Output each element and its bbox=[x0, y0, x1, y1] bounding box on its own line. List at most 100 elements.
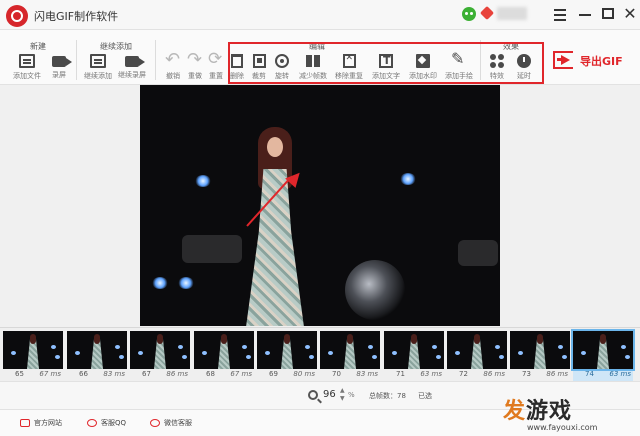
watermark-logo: 发游戏 bbox=[503, 393, 597, 425]
add-text-label: 添加文字 bbox=[372, 72, 400, 80]
frame-duration: 67 ms bbox=[39, 370, 61, 378]
frame-number: 73 bbox=[522, 370, 531, 378]
effects-button[interactable]: 特效 bbox=[482, 54, 512, 81]
add-handwriting-label: 添加手绘 bbox=[445, 72, 473, 80]
frame-duration: 86 ms bbox=[546, 370, 568, 378]
add-handwriting-button[interactable]: 添加手绘 bbox=[444, 49, 474, 81]
stage-lamp bbox=[182, 235, 242, 263]
zoom-stepper[interactable]: ▲ ▼ bbox=[340, 387, 345, 403]
wechat-support-label: 微信客服 bbox=[164, 419, 192, 427]
watermark-icon bbox=[416, 54, 430, 68]
frame-duration: 80 ms bbox=[293, 370, 315, 378]
close-button[interactable]: ✕ bbox=[620, 4, 640, 24]
selected-frames-label: 已选 bbox=[418, 392, 432, 400]
pen-icon bbox=[451, 49, 467, 68]
watermark-logo-youxi: 游戏 bbox=[526, 399, 573, 424]
frame-duration: 86 ms bbox=[166, 370, 188, 378]
add-watermark-button[interactable]: 添加水印 bbox=[408, 54, 438, 81]
delay-button[interactable]: 延时 bbox=[509, 54, 539, 81]
monitor-icon bbox=[20, 419, 30, 427]
add-watermark-label: 添加水印 bbox=[409, 72, 437, 80]
frame-number: 70 bbox=[332, 370, 341, 378]
official-website-label: 官方网站 bbox=[34, 419, 62, 427]
wechat-support-icon bbox=[150, 419, 160, 427]
group-label-new: 新建 bbox=[30, 42, 46, 51]
frame-thumbnail[interactable]: 68 67 ms bbox=[194, 331, 254, 381]
reduce-frames-button[interactable]: 减少帧数 bbox=[298, 54, 328, 81]
frame-duration: 83 ms bbox=[103, 370, 125, 378]
frame-number: 67 bbox=[142, 370, 151, 378]
camera-icon bbox=[125, 56, 145, 67]
continue-add-button[interactable]: 继续添加 bbox=[83, 54, 113, 81]
user-name[interactable] bbox=[497, 7, 527, 20]
frame-duration: 63 ms bbox=[609, 370, 631, 378]
add-text-button[interactable]: 添加文字 bbox=[371, 54, 401, 81]
rotate-icon bbox=[275, 54, 289, 68]
frame-thumbnail-selected[interactable]: 74 63 ms bbox=[571, 329, 635, 381]
stage-spotlight bbox=[152, 277, 168, 289]
frame-number: 66 bbox=[79, 370, 88, 378]
wechat-support-link[interactable]: 微信客服 bbox=[150, 418, 192, 428]
zoom-icon bbox=[308, 390, 318, 400]
qq-support-link[interactable]: 客服QQ bbox=[87, 418, 126, 428]
frames-icon bbox=[305, 54, 321, 68]
group-label-continue: 继续添加 bbox=[100, 42, 132, 51]
vip-icon[interactable] bbox=[479, 5, 495, 21]
export-icon bbox=[553, 51, 573, 69]
maximize-button[interactable] bbox=[598, 4, 618, 24]
continue-record-label: 继续录屏 bbox=[118, 71, 146, 79]
official-website-link[interactable]: 官方网站 bbox=[20, 418, 62, 428]
total-frames-count: 总帧数：78 bbox=[369, 392, 406, 400]
export-gif-button[interactable]: 导出GIF bbox=[553, 49, 635, 73]
add-file-button[interactable]: 添加文件 bbox=[12, 54, 42, 81]
frame-number: 65 bbox=[15, 370, 24, 378]
zoom-input[interactable]: 96 bbox=[323, 389, 336, 400]
frame-duration: 63 ms bbox=[420, 370, 442, 378]
frame-number: 72 bbox=[459, 370, 468, 378]
wechat-icon[interactable] bbox=[462, 7, 476, 21]
frame-thumbnail[interactable]: 69 80 ms bbox=[257, 331, 317, 381]
add-file-label: 添加文件 bbox=[13, 72, 41, 80]
frame-duration: 67 ms bbox=[230, 370, 252, 378]
camera-icon bbox=[52, 56, 72, 67]
crop-icon bbox=[252, 54, 266, 68]
frame-thumbnail[interactable]: 70 83 ms bbox=[320, 331, 380, 381]
remove-duplicate-icon bbox=[342, 53, 356, 68]
filmstrip: 65 67 ms 66 83 ms 67 86 ms 68 67 ms 69 8… bbox=[0, 327, 640, 381]
minimize-button[interactable] bbox=[575, 4, 595, 24]
zoom-unit: % bbox=[348, 391, 355, 399]
stage-spotlight bbox=[195, 175, 211, 187]
frame-thumbnail[interactable]: 71 63 ms bbox=[384, 331, 444, 381]
delay-label: 延时 bbox=[517, 72, 531, 80]
frame-duration: 86 ms bbox=[483, 370, 505, 378]
timer-icon bbox=[517, 54, 531, 68]
effects-label: 特效 bbox=[490, 72, 504, 80]
file-icon bbox=[90, 54, 106, 68]
frame-thumbnail[interactable]: 67 86 ms bbox=[130, 331, 190, 381]
group-label-effects: 效果 bbox=[503, 42, 519, 51]
stage-spotlight bbox=[178, 277, 194, 289]
stage-moving-light bbox=[345, 260, 405, 320]
frame-thumbnail[interactable]: 66 83 ms bbox=[67, 331, 127, 381]
frame-thumbnail[interactable]: 65 67 ms bbox=[3, 331, 63, 381]
reduce-frames-label: 减少帧数 bbox=[299, 72, 327, 80]
remove-duplicate-button[interactable]: 移除重复 bbox=[334, 53, 364, 81]
divider bbox=[155, 40, 156, 80]
record-button[interactable]: 录屏 bbox=[44, 54, 74, 80]
continue-record-button[interactable]: 继续录屏 bbox=[117, 54, 147, 80]
record-label: 录屏 bbox=[52, 71, 66, 79]
rotate-button[interactable]: 旋转 bbox=[267, 54, 297, 81]
menu-button[interactable] bbox=[550, 4, 570, 24]
frame-number: 68 bbox=[206, 370, 215, 378]
workspace bbox=[0, 85, 640, 327]
app-logo-icon bbox=[6, 5, 28, 27]
file-icon bbox=[19, 54, 35, 68]
rotate-label: 旋转 bbox=[275, 72, 289, 80]
frame-number: 74 bbox=[585, 370, 594, 378]
frame-thumbnail[interactable]: 73 86 ms bbox=[510, 331, 570, 381]
qq-support-label: 客服QQ bbox=[101, 419, 127, 427]
app-title: 闪电GIF制作软件 bbox=[34, 10, 119, 23]
text-icon bbox=[379, 54, 393, 68]
divider bbox=[480, 40, 481, 80]
frame-thumbnail[interactable]: 72 86 ms bbox=[447, 331, 507, 381]
